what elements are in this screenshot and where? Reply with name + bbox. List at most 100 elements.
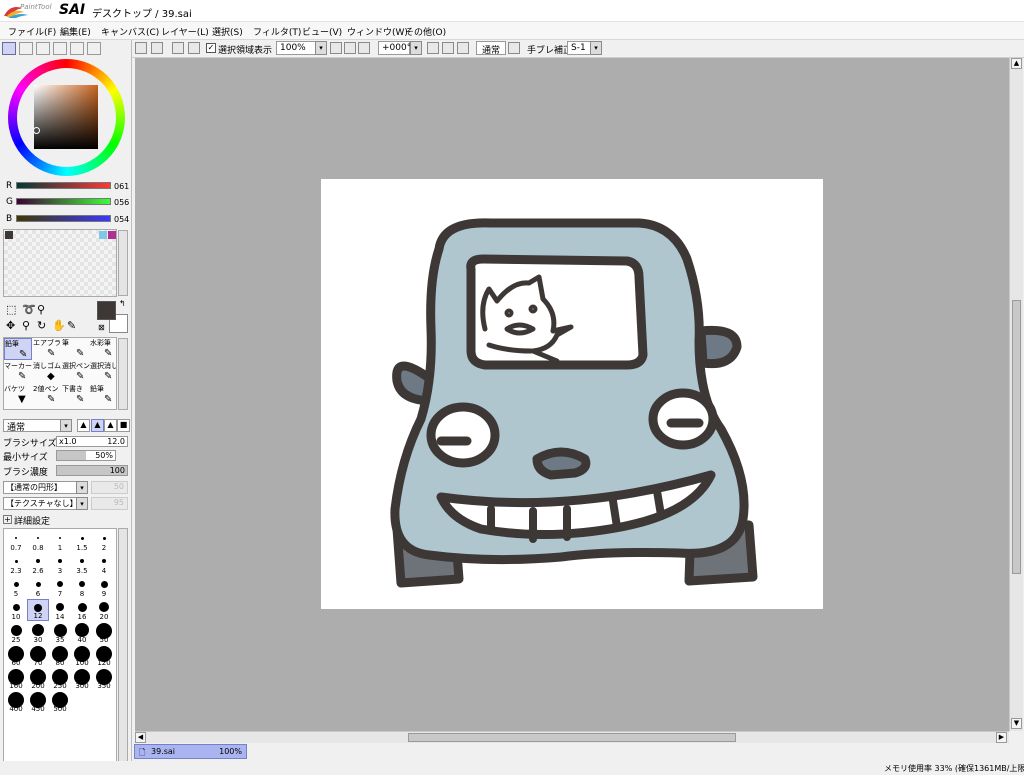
foreground-color-swatch[interactable]	[97, 301, 116, 320]
brush-size-preset[interactable]: 350	[93, 668, 115, 690]
hsv-slider-tab[interactable]	[36, 42, 50, 55]
brush-size-preset[interactable]: 20	[93, 599, 115, 621]
show-selection-checkbox[interactable]: ✓	[206, 43, 216, 53]
brush-size-preset[interactable]: 2	[93, 530, 115, 552]
brush-size-preset[interactable]: 1	[49, 530, 71, 552]
brush-texture-dropdown[interactable]: ▾	[76, 497, 88, 510]
rotate-reset-button[interactable]	[457, 42, 469, 54]
brush-size-preset[interactable]: 16	[71, 599, 93, 621]
menu-filter[interactable]: フィルタ(T)	[253, 25, 301, 38]
tool-pencil-2[interactable]: 鉛筆 ✎	[90, 384, 116, 406]
tb-button-1[interactable]	[135, 42, 147, 54]
swap-colors-icon[interactable]: ↰	[119, 299, 126, 308]
transparent-color-icon[interactable]: ⊠	[98, 323, 105, 332]
scratchpad-tab[interactable]	[87, 42, 101, 55]
brush-size-preset[interactable]: 4	[93, 553, 115, 575]
scroll-right-icon[interactable]: ▶	[996, 732, 1007, 743]
menu-other[interactable]: その他(O)	[405, 25, 446, 38]
zoom-reset-button[interactable]	[358, 42, 370, 54]
brush-size-preset[interactable]: 40	[71, 622, 93, 644]
brush-size-preset[interactable]: 8	[71, 576, 93, 598]
brush-shape-select[interactable]: 【通常の円形】	[3, 481, 87, 494]
brush-size-preset[interactable]: 14	[49, 599, 71, 621]
brush-size-preset[interactable]: 250	[49, 668, 71, 690]
tb-button-2[interactable]	[151, 42, 163, 54]
eyedropper-icon[interactable]: ✎	[67, 319, 76, 332]
tool-brush[interactable]: 筆 ✎	[62, 338, 90, 360]
brush-blend-dropdown[interactable]: ▾	[60, 419, 72, 432]
zoom-in-button[interactable]	[344, 42, 356, 54]
zoom-field[interactable]: 100%	[276, 41, 316, 55]
sv-cursor[interactable]	[33, 127, 40, 134]
scroll-down-icon[interactable]: ▼	[1011, 718, 1022, 729]
menu-canvas[interactable]: キャンバス(C)	[101, 25, 159, 38]
edge-medium-icon[interactable]: ▲	[91, 419, 104, 432]
brush-size-preset[interactable]: 25	[5, 622, 27, 644]
brush-size-preset[interactable]: 500	[49, 691, 71, 713]
brush-texture-select[interactable]: 【テクスチャなし】	[3, 497, 87, 510]
tool-watercolor[interactable]: 水彩筆 ✎	[90, 338, 116, 360]
zoom-dropdown[interactable]: ▾	[315, 41, 327, 55]
brush-size-preset[interactable]: 80	[49, 645, 71, 667]
menu-file[interactable]: ファイル(F)	[8, 25, 56, 38]
tool-binary-pen[interactable]: 2値ペン ✎	[33, 384, 61, 406]
brush-size-preset[interactable]: 12	[27, 599, 49, 621]
rotate-right-button[interactable]	[442, 42, 454, 54]
color-wheel-tab[interactable]	[2, 42, 16, 55]
blend-mode-field[interactable]: 通常	[476, 41, 506, 56]
brush-size-preset[interactable]: 450	[27, 691, 49, 713]
rotation-dropdown[interactable]: ▾	[410, 41, 422, 55]
mixer-tab[interactable]	[53, 42, 67, 55]
brush-size-preset[interactable]: 100	[71, 645, 93, 667]
detail-expand-icon[interactable]: +	[3, 515, 12, 524]
zoom-icon[interactable]: ⚲	[22, 319, 30, 332]
swatches-tab[interactable]	[70, 42, 84, 55]
tool-pencil[interactable]: 鉛筆 ✎	[4, 338, 32, 360]
b-slider[interactable]	[16, 215, 111, 222]
menu-view[interactable]: ビュー(V)	[302, 25, 342, 38]
brush-size-preset[interactable]: 200	[27, 668, 49, 690]
brush-size-preset[interactable]: 1.5	[71, 530, 93, 552]
brush-size-preset[interactable]: 9	[93, 576, 115, 598]
tool-palette-scrollbar[interactable]	[118, 338, 128, 410]
brush-size-preset[interactable]: 30	[27, 622, 49, 644]
color-wheel[interactable]	[8, 59, 125, 176]
menu-select[interactable]: 選択(S)	[212, 25, 243, 38]
brush-size-preset[interactable]: 0.7	[5, 530, 27, 552]
tool-select-pen[interactable]: 選択ペン ✎	[62, 361, 90, 383]
horizontal-scroll-thumb[interactable]	[408, 733, 736, 742]
canvas-paper[interactable]	[321, 179, 823, 609]
edge-soft-icon[interactable]: ▲	[104, 419, 117, 432]
brush-size-preset[interactable]: 2.6	[27, 553, 49, 575]
brush-size-preset[interactable]: 3.5	[71, 553, 93, 575]
brush-size-multiplier[interactable]: x1.0	[59, 437, 76, 446]
brush-size-preset[interactable]: 0.8	[27, 530, 49, 552]
min-size-slider[interactable]: 50%	[56, 450, 116, 461]
scroll-left-icon[interactable]: ◀	[135, 732, 146, 743]
scroll-up-icon[interactable]: ▲	[1011, 58, 1022, 69]
brush-size-field[interactable]: x1.0 12.0	[56, 436, 128, 447]
r-slider[interactable]	[16, 182, 111, 189]
edge-flat-icon[interactable]: ■	[117, 419, 130, 432]
swatch-scrollbar[interactable]	[118, 230, 128, 296]
tool-select-erase[interactable]: 選択消し ✎	[90, 361, 116, 383]
rgb-slider-tab[interactable]	[19, 42, 33, 55]
stabilizer-dropdown[interactable]: ▾	[590, 41, 602, 55]
brush-size-preset[interactable]: 7	[49, 576, 71, 598]
vertical-scroll-thumb[interactable]	[1012, 300, 1021, 574]
brush-size-preset[interactable]: 70	[27, 645, 49, 667]
vertical-scrollbar[interactable]: ▲ ▼	[1009, 58, 1023, 731]
swatch-dark[interactable]	[5, 231, 13, 239]
g-slider[interactable]	[16, 198, 111, 205]
rotation-field[interactable]: +000°	[378, 41, 411, 55]
rotate-icon[interactable]: ↻	[37, 319, 46, 332]
brush-size-preset[interactable]: 400	[5, 691, 27, 713]
rotate-left-button[interactable]	[427, 42, 439, 54]
brush-shape-dropdown[interactable]: ▾	[76, 481, 88, 494]
tb-button-4[interactable]	[188, 42, 200, 54]
menu-window[interactable]: ウィンドウ(W)	[347, 25, 408, 38]
swatch-blue[interactable]	[99, 231, 107, 239]
menu-edit[interactable]: 編集(E)	[60, 25, 91, 38]
tool-airbrush[interactable]: エアブラシ✎	[33, 338, 61, 360]
tool-eraser[interactable]: 消しゴム ◆	[33, 361, 61, 383]
